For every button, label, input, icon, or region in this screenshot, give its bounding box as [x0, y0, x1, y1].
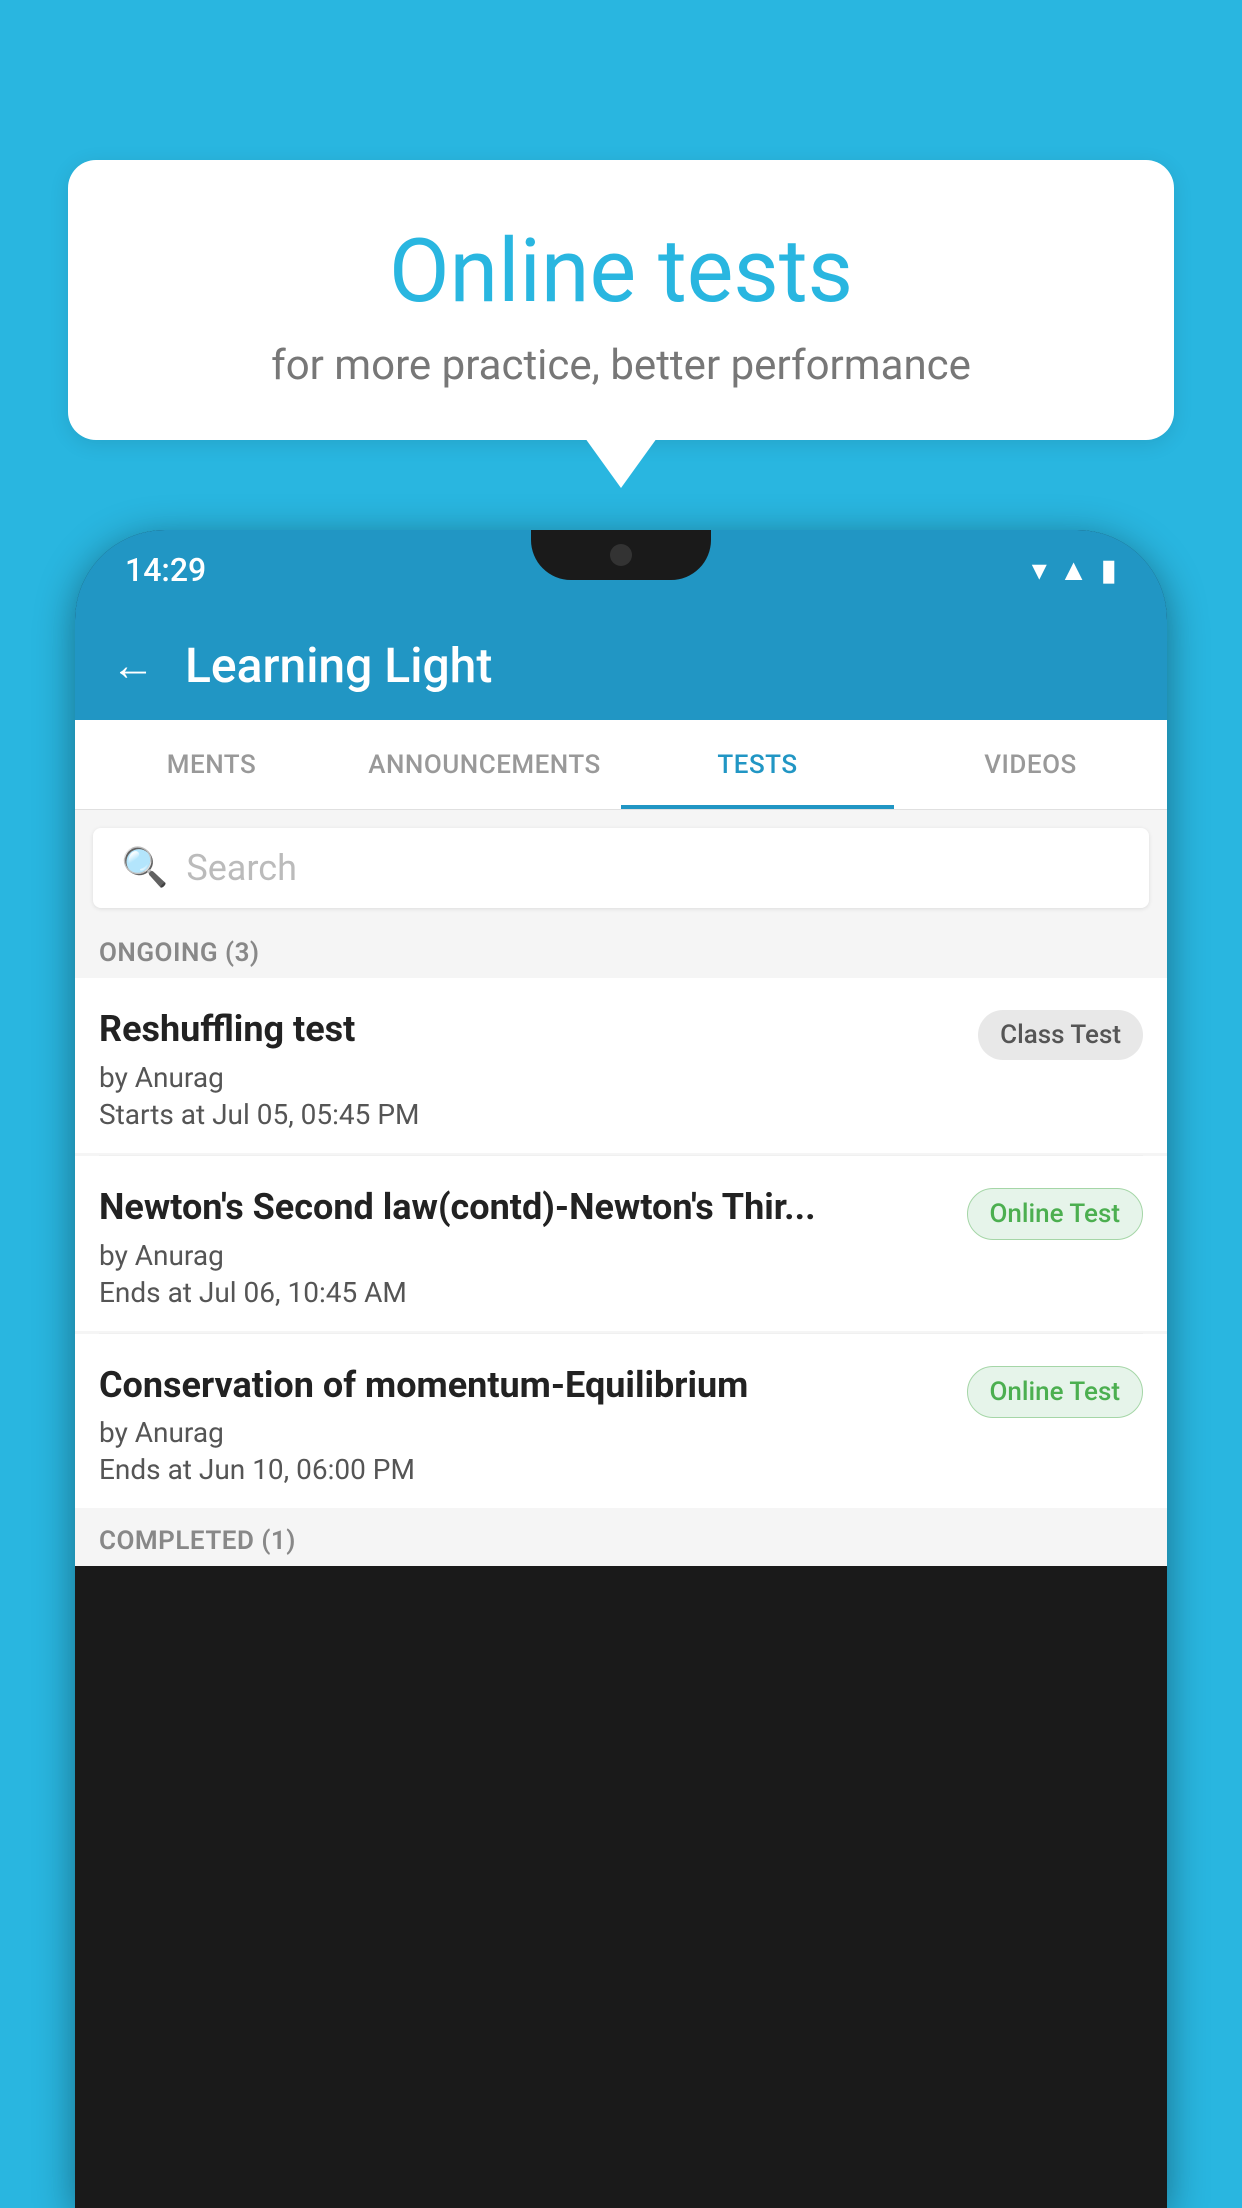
test-item[interactable]: Reshuffling test by Anurag Starts at Jul… — [75, 978, 1167, 1153]
completed-section-header: COMPLETED (1) — [75, 1510, 1167, 1566]
test-by: by Anurag — [99, 1061, 962, 1094]
test-by: by Anurag — [99, 1416, 951, 1449]
test-badge-class: Class Test — [978, 1010, 1143, 1060]
search-placeholder: Search — [186, 847, 297, 889]
test-name: Reshuffling test — [99, 1006, 962, 1053]
test-item[interactable]: Conservation of momentum-Equilibrium by … — [75, 1334, 1167, 1509]
test-info: Reshuffling test by Anurag Starts at Jul… — [99, 1006, 962, 1131]
test-item[interactable]: Newton's Second law(contd)-Newton's Thir… — [75, 1156, 1167, 1331]
camera-dot — [610, 544, 632, 566]
signal-icon: ▲ — [1059, 553, 1089, 588]
test-name: Newton's Second law(contd)-Newton's Thir… — [99, 1184, 951, 1231]
bubble-subtitle: for more practice, better performance — [118, 341, 1124, 390]
status-bar: 14:29 ▾ ▲ ▮ — [75, 530, 1167, 610]
back-button[interactable]: ← — [111, 639, 155, 691]
test-time: Ends at Jun 10, 06:00 PM — [99, 1453, 951, 1486]
tab-announcements[interactable]: ANNOUNCEMENTS — [348, 720, 621, 809]
status-time: 14:29 — [125, 551, 206, 589]
bubble-title: Online tests — [118, 220, 1124, 323]
ongoing-section-header: ONGOING (3) — [75, 920, 1167, 978]
wifi-icon: ▾ — [1032, 553, 1047, 588]
tab-videos[interactable]: VIDEOS — [894, 720, 1167, 809]
speech-bubble: Online tests for more practice, better p… — [68, 160, 1174, 440]
test-name: Conservation of momentum-Equilibrium — [99, 1362, 951, 1409]
search-icon: 🔍 — [121, 846, 168, 890]
app-title: Learning Light — [185, 637, 492, 694]
test-badge-online: Online Test — [967, 1366, 1144, 1418]
test-by: by Anurag — [99, 1239, 951, 1272]
test-time: Starts at Jul 05, 05:45 PM — [99, 1098, 962, 1131]
phone-frame: 14:29 ▾ ▲ ▮ ← Learning Light MENTS ANNOU… — [75, 530, 1167, 2208]
battery-icon: ▮ — [1100, 553, 1117, 588]
status-icons: ▾ ▲ ▮ — [1032, 553, 1117, 588]
search-bar[interactable]: 🔍 Search — [93, 828, 1149, 908]
phone-content: 🔍 Search ONGOING (3) Reshuffling test by… — [75, 810, 1167, 1566]
tab-ments[interactable]: MENTS — [75, 720, 348, 809]
test-info: Newton's Second law(contd)-Newton's Thir… — [99, 1184, 951, 1309]
tabs-bar: MENTS ANNOUNCEMENTS TESTS VIDEOS — [75, 720, 1167, 810]
test-info: Conservation of momentum-Equilibrium by … — [99, 1362, 951, 1487]
app-bar: ← Learning Light — [75, 610, 1167, 720]
test-time: Ends at Jul 06, 10:45 AM — [99, 1276, 951, 1309]
test-badge-online: Online Test — [967, 1188, 1144, 1240]
tab-tests[interactable]: TESTS — [621, 720, 894, 809]
notch — [531, 530, 711, 580]
